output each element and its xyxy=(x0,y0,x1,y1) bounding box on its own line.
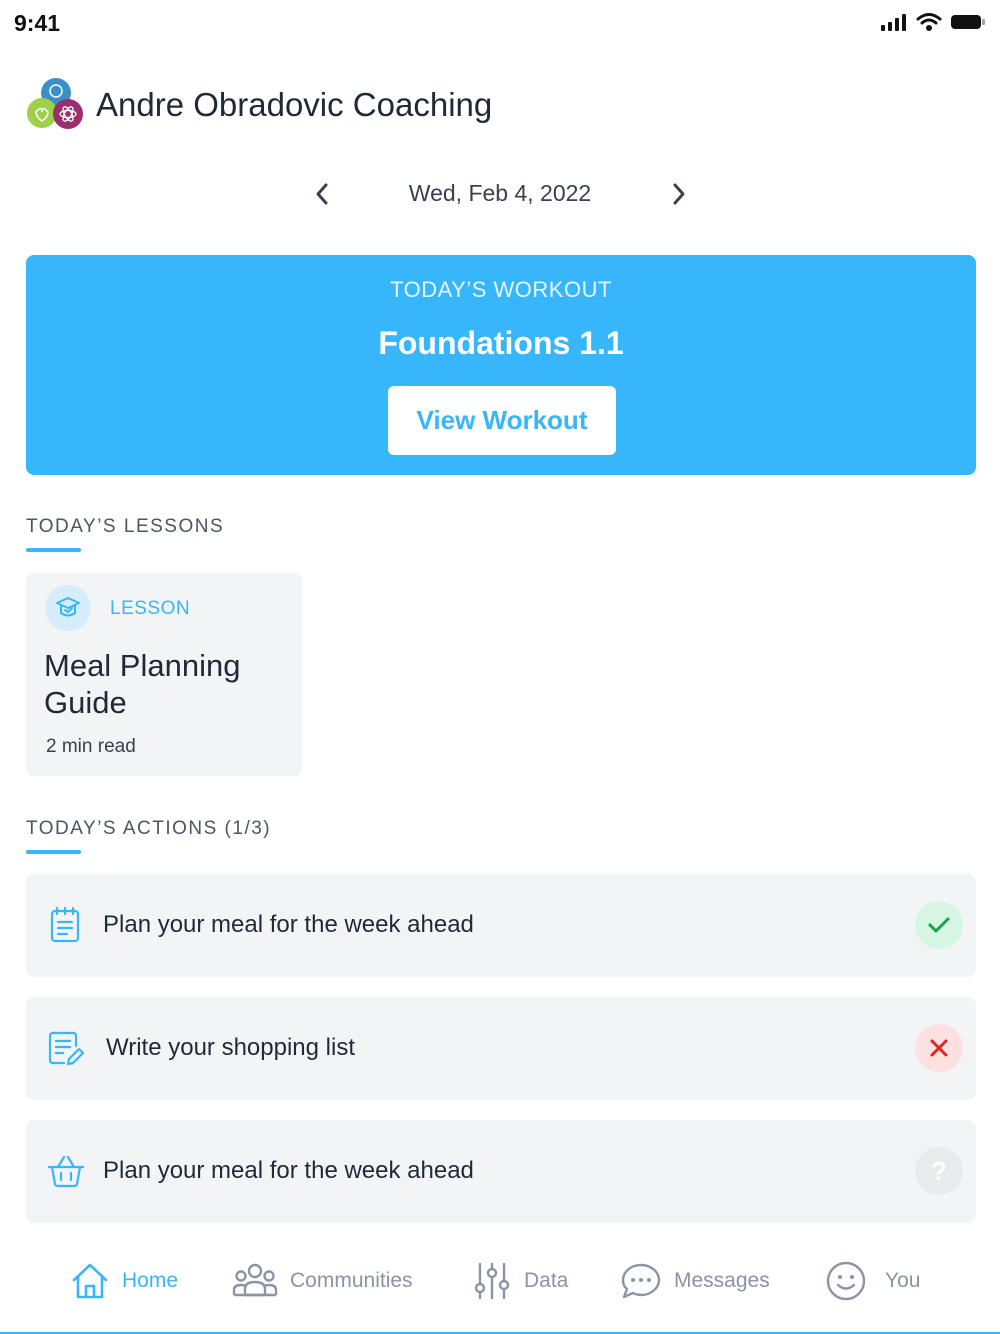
tab-label: Messages xyxy=(674,1269,770,1292)
current-date: Wed, Feb 4, 2022 xyxy=(408,180,592,206)
people-icon xyxy=(232,1263,278,1297)
app-header: Andre Obradovic Coaching xyxy=(26,76,492,134)
chat-bubble-icon xyxy=(621,1263,661,1299)
chevron-right-icon xyxy=(673,183,685,205)
status-icons xyxy=(880,12,986,32)
tab-label: You xyxy=(885,1269,921,1292)
workout-section-label: TODAY’S WORKOUT xyxy=(390,277,612,302)
app-title: Andre Obradovic Coaching xyxy=(96,86,493,123)
todays-workout-card: TODAY’S WORKOUT Foundations 1.1 View Wor… xyxy=(26,255,976,475)
action-item[interactable]: Plan your meal for the week ahead ? xyxy=(26,1120,976,1223)
wifi-icon xyxy=(916,13,942,31)
tab-label: Communities xyxy=(290,1269,413,1292)
smiley-icon xyxy=(826,1261,866,1301)
tab-messages[interactable]: Messages xyxy=(620,1258,770,1304)
lesson-read-time: 2 min read xyxy=(46,736,136,757)
lessons-heading: TODAY’S LESSONS xyxy=(26,516,225,537)
tab-data[interactable]: Data xyxy=(472,1258,568,1304)
action-item[interactable]: Plan your meal for the week ahead xyxy=(26,874,976,977)
lesson-card[interactable]: LESSON Meal Planning Guide 2 min read xyxy=(26,573,302,776)
sliders-icon xyxy=(474,1262,510,1300)
next-day-button[interactable] xyxy=(663,178,695,210)
tab-home[interactable]: Home xyxy=(70,1258,178,1304)
action-item[interactable]: Write your shopping list xyxy=(26,997,976,1100)
close-icon xyxy=(930,1039,948,1057)
list-edit-icon xyxy=(48,1031,85,1066)
action-label: Plan your meal for the week ahead xyxy=(103,1157,474,1184)
bottom-tab-bar: Home Communities Data Messages You xyxy=(0,1240,1000,1334)
battery-icon xyxy=(951,15,985,29)
tab-communities[interactable]: Communities xyxy=(232,1258,413,1304)
lesson-icon-badge xyxy=(45,585,91,631)
graduation-cap-icon xyxy=(56,597,80,617)
status-time: 9:41 xyxy=(14,10,61,36)
actions-heading: TODAY’S ACTIONS (1/3) xyxy=(26,818,272,839)
action-pending-button[interactable]: ? xyxy=(915,1147,963,1195)
action-failed-button[interactable] xyxy=(915,1024,963,1072)
brand-logo xyxy=(26,76,84,134)
notepad-icon xyxy=(50,906,80,943)
action-label: Plan your meal for the week ahead xyxy=(103,911,474,938)
question-mark-icon: ? xyxy=(931,1155,947,1186)
actions-heading-underline xyxy=(26,850,81,854)
workout-title: Foundations 1.1 xyxy=(378,325,624,361)
date-navigator: Wed, Feb 4, 2022 xyxy=(0,170,1000,218)
home-icon xyxy=(72,1263,108,1299)
lesson-title: Meal Planning Guide xyxy=(44,648,241,720)
lessons-heading-underline xyxy=(26,548,81,552)
tab-label: Data xyxy=(524,1269,569,1292)
view-workout-button[interactable]: View Workout xyxy=(388,386,616,455)
basket-icon xyxy=(47,1155,85,1188)
signal-icon xyxy=(881,14,906,31)
lesson-type-label: LESSON xyxy=(110,598,191,619)
tab-you[interactable]: You xyxy=(825,1258,920,1304)
action-label: Write your shopping list xyxy=(106,1034,355,1061)
checkmark-icon xyxy=(928,917,950,933)
action-complete-button[interactable] xyxy=(915,901,963,949)
status-bar: 9:41 xyxy=(0,0,1000,48)
tab-label: Home xyxy=(122,1269,179,1292)
